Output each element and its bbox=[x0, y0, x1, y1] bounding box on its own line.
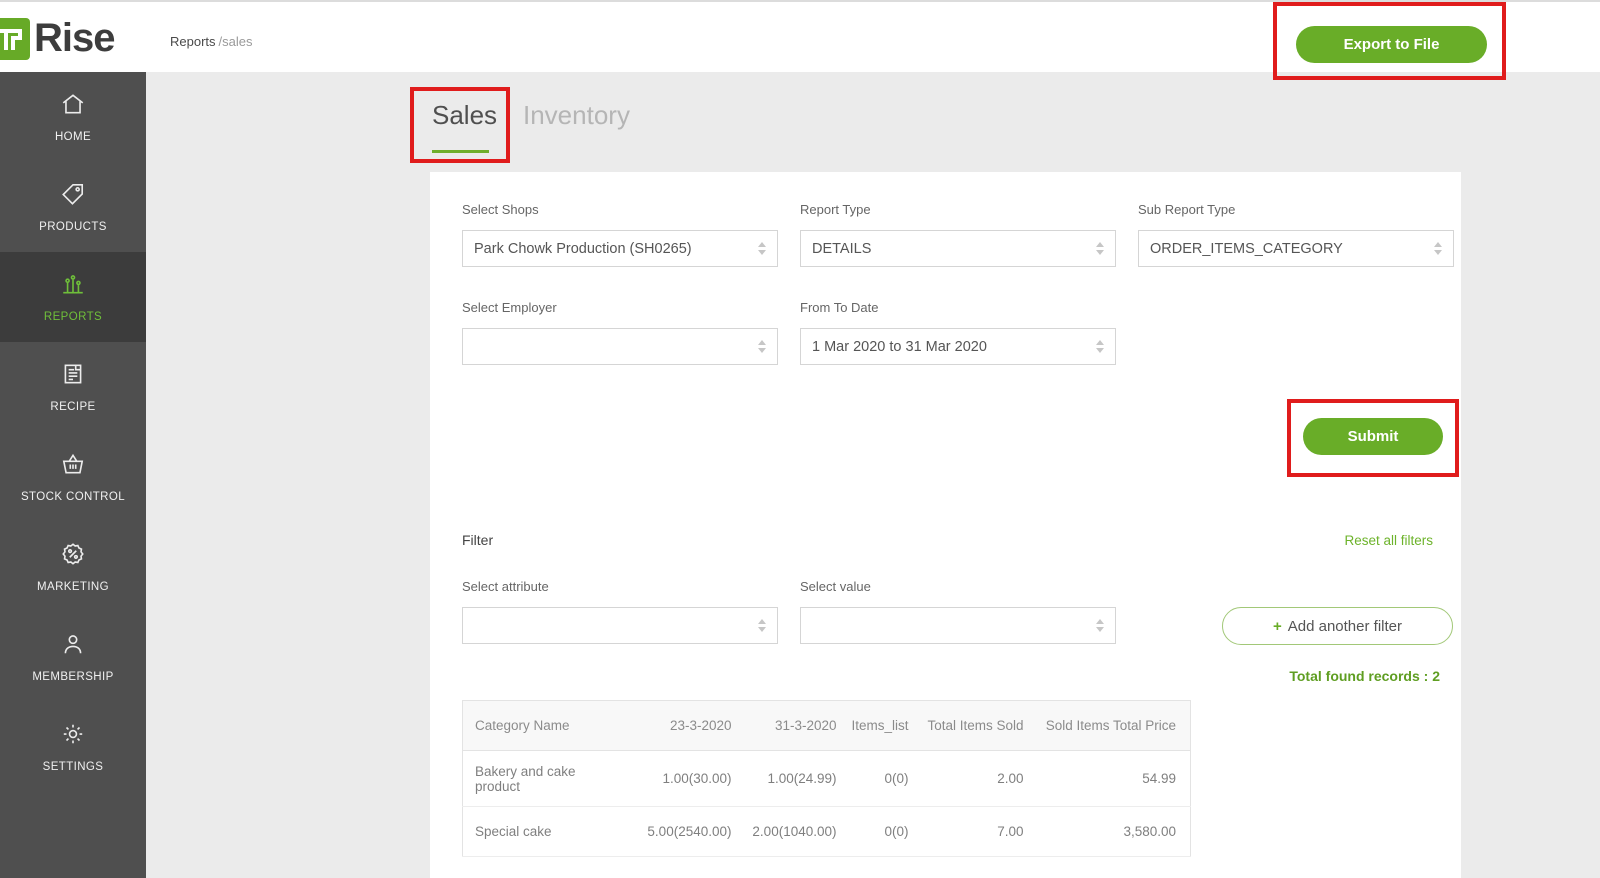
chevron-updown-icon bbox=[758, 340, 766, 353]
sidebar-item-membership[interactable]: MEMBERSHIP bbox=[0, 612, 146, 702]
page: Rise Reports/sales Export to File HOME P… bbox=[0, 0, 1600, 878]
report-table: Category Name 23-3-2020 31-3-2020 Items_… bbox=[462, 700, 1191, 857]
reset-all-filters-link[interactable]: Reset all filters bbox=[1344, 533, 1433, 548]
column-header: 23-3-2020 bbox=[617, 700, 746, 751]
cell-value: 0(0) bbox=[850, 750, 923, 807]
chevron-updown-icon bbox=[1096, 242, 1104, 255]
from-to-date-label: From To Date bbox=[800, 300, 879, 315]
column-header: 31-3-2020 bbox=[745, 700, 851, 751]
select-attribute-label: Select attribute bbox=[462, 579, 549, 594]
tag-icon bbox=[60, 181, 86, 212]
add-filter-label: Add another filter bbox=[1287, 617, 1402, 635]
sidebar-item-products[interactable]: PRODUCTS bbox=[0, 162, 146, 252]
sidebar: HOME PRODUCTS REPORTS RECIPE STOCK CONTR… bbox=[0, 72, 146, 878]
cell-value: 54.99 bbox=[1037, 750, 1191, 807]
add-another-filter-button[interactable]: + Add another filter bbox=[1222, 607, 1453, 645]
filter-section-title: Filter bbox=[462, 532, 494, 548]
chevron-updown-icon bbox=[1096, 619, 1104, 632]
column-header: Items_list bbox=[850, 700, 923, 751]
select-shops-label: Select Shops bbox=[462, 202, 539, 217]
tab-inventory[interactable]: Inventory bbox=[523, 100, 630, 131]
sidebar-item-label: RECIPE bbox=[50, 401, 96, 413]
table-header-row: Category Name 23-3-2020 31-3-2020 Items_… bbox=[462, 700, 1191, 751]
column-header: Sold Items Total Price bbox=[1037, 700, 1191, 751]
cell-value: 2.00 bbox=[922, 750, 1038, 807]
submit-button[interactable]: Submit bbox=[1303, 418, 1443, 455]
sidebar-item-recipe[interactable]: RECIPE bbox=[0, 342, 146, 432]
cell-category-name: Special cake bbox=[462, 806, 618, 857]
home-icon bbox=[60, 91, 86, 122]
report-type-value: DETAILS bbox=[812, 240, 872, 257]
cell-category-name: Bakery and cake product bbox=[462, 750, 618, 807]
sidebar-item-marketing[interactable]: MARKETING bbox=[0, 522, 146, 612]
cell-value: 1.00(30.00) bbox=[617, 750, 746, 807]
bar-chart-icon bbox=[60, 271, 86, 302]
cell-value: 0(0) bbox=[850, 806, 923, 857]
select-employer-label: Select Employer bbox=[462, 300, 557, 315]
chevron-updown-icon bbox=[758, 242, 766, 255]
gear-icon bbox=[60, 721, 86, 752]
select-attribute-dropdown[interactable] bbox=[462, 607, 778, 644]
cell-value: 2.00(1040.00) bbox=[745, 806, 851, 857]
report-type-dropdown[interactable]: DETAILS bbox=[800, 230, 1116, 267]
sidebar-item-label: SETTINGS bbox=[42, 761, 104, 773]
column-header: Total Items Sold bbox=[922, 700, 1038, 751]
sidebar-item-settings[interactable]: SETTINGS bbox=[0, 702, 146, 792]
recipe-document-icon bbox=[60, 361, 86, 392]
sub-report-type-dropdown[interactable]: ORDER_ITEMS_CATEGORY bbox=[1138, 230, 1454, 267]
badge-percent-icon bbox=[60, 541, 86, 572]
select-shops-value: Park Chowk Production (SH0265) bbox=[474, 240, 692, 257]
basket-icon bbox=[60, 451, 86, 482]
rise-logo: Rise bbox=[0, 16, 115, 61]
cell-value: 7.00 bbox=[922, 806, 1038, 857]
column-header: Category Name bbox=[462, 700, 618, 751]
from-to-date-value: 1 Mar 2020 to 31 Mar 2020 bbox=[812, 338, 987, 355]
sidebar-item-home[interactable]: HOME bbox=[0, 72, 146, 162]
rise-logo-icon bbox=[0, 17, 30, 60]
chevron-updown-icon bbox=[1434, 242, 1442, 255]
sidebar-item-stock-control[interactable]: STOCK CONTROL bbox=[0, 432, 146, 522]
select-value-label: Select value bbox=[800, 579, 871, 594]
sidebar-item-label: MARKETING bbox=[37, 581, 109, 593]
breadcrumb: Reports/sales bbox=[170, 34, 253, 49]
sub-report-type-value: ORDER_ITEMS_CATEGORY bbox=[1150, 240, 1343, 257]
sidebar-item-reports[interactable]: REPORTS bbox=[0, 252, 146, 342]
sidebar-item-label: REPORTS bbox=[43, 311, 103, 323]
from-to-date-dropdown[interactable]: 1 Mar 2020 to 31 Mar 2020 bbox=[800, 328, 1116, 365]
report-panel: Select Shops Report Type Sub Report Type… bbox=[430, 172, 1461, 878]
chevron-updown-icon bbox=[758, 619, 766, 632]
breadcrumb-page: /sales bbox=[218, 34, 253, 49]
cell-value: 1.00(24.99) bbox=[745, 750, 851, 807]
table-row: Bakery and cake product 1.00(30.00) 1.00… bbox=[462, 750, 1191, 807]
logo-text: Rise bbox=[34, 16, 115, 60]
sub-report-type-label: Sub Report Type bbox=[1138, 202, 1236, 217]
sidebar-item-label: MEMBERSHIP bbox=[32, 671, 114, 683]
sidebar-item-label: STOCK CONTROL bbox=[20, 491, 126, 503]
report-type-label: Report Type bbox=[800, 202, 871, 217]
sidebar-item-label: PRODUCTS bbox=[39, 221, 107, 233]
header-bar: Rise Reports/sales Export to File bbox=[0, 2, 1600, 72]
tab-sales-active-underline bbox=[432, 150, 489, 153]
total-found-records: Total found records : 2 bbox=[1289, 668, 1440, 684]
tab-sales[interactable]: Sales bbox=[432, 100, 497, 131]
select-employer-dropdown[interactable] bbox=[462, 328, 778, 365]
table-row: Special cake 5.00(2540.00) 2.00(1040.00)… bbox=[462, 806, 1191, 857]
select-shops-dropdown[interactable]: Park Chowk Production (SH0265) bbox=[462, 230, 778, 267]
export-to-file-button[interactable]: Export to File bbox=[1296, 26, 1487, 63]
chevron-updown-icon bbox=[1096, 340, 1104, 353]
sidebar-item-label: HOME bbox=[54, 131, 92, 143]
person-icon bbox=[60, 631, 86, 662]
cell-value: 3,580.00 bbox=[1037, 806, 1191, 857]
cell-value: 5.00(2540.00) bbox=[617, 806, 746, 857]
breadcrumb-section[interactable]: Reports bbox=[170, 34, 216, 49]
select-value-dropdown[interactable] bbox=[800, 607, 1116, 644]
plus-icon: + bbox=[1272, 617, 1282, 635]
